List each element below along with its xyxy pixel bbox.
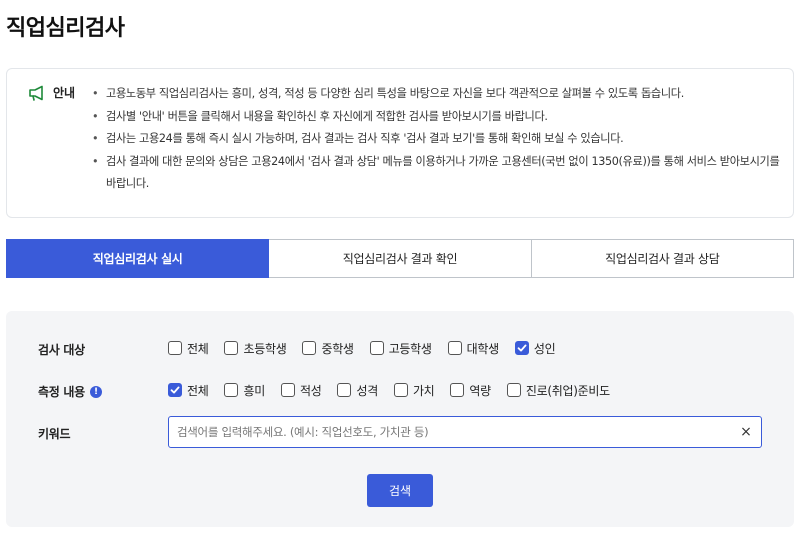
notice-item: 검사는 고용24를 통해 즉시 실시 가능하며, 검사 결과는 검사 직후 '검… <box>92 128 782 151</box>
checkbox[interactable] <box>337 383 352 397</box>
option-label: 초등학생 <box>243 341 287 356</box>
measure-label-text: 측정 내용 <box>38 385 85 399</box>
option-label: 전체 <box>187 383 209 398</box>
option-label: 중학생 <box>321 341 354 356</box>
checkbox[interactable] <box>393 383 408 397</box>
measure-option-value[interactable]: 가치 <box>393 382 435 399</box>
checkbox-checked[interactable] <box>514 341 529 355</box>
notice-item: 검사별 '안내' 버튼을 클릭해서 내용을 확인하신 후 자신에게 적합한 검사… <box>92 106 782 129</box>
notice-label: 안내 <box>53 86 76 100</box>
option-label: 고등학생 <box>388 341 432 356</box>
measure-option-career-readiness[interactable]: 진로(취업)준비도 <box>506 382 610 399</box>
option-label: 대학생 <box>466 341 500 356</box>
option-label: 진로(취업)준비도 <box>525 383 610 398</box>
target-label-text: 검사 대상 <box>38 343 85 357</box>
option-label: 전체 <box>187 341 209 356</box>
notice-header: 안내 <box>27 84 75 101</box>
checkbox[interactable] <box>506 383 521 397</box>
option-label: 역량 <box>469 383 491 398</box>
check-icon <box>170 386 180 394</box>
measure-label: 측정 내용! <box>38 383 102 400</box>
keyword-label: 키워드 <box>38 425 71 442</box>
option-label: 흥미 <box>243 383 265 398</box>
keyword-label-text: 키워드 <box>38 427 71 441</box>
target-row: 검사 대상 전체 초등학생 중학생 고등학생 대학생 성인 <box>6 339 794 357</box>
target-option-high[interactable]: 고등학생 <box>369 340 432 357</box>
test-tabs: 직업심리검사 실시 직업심리검사 결과 확인 직업심리검사 결과 상담 <box>6 239 794 278</box>
option-label: 성인 <box>533 341 556 356</box>
target-option-university[interactable]: 대학생 <box>447 340 500 357</box>
checkbox[interactable] <box>447 341 462 355</box>
checkbox[interactable] <box>224 383 239 397</box>
checkbox[interactable] <box>369 341 384 355</box>
measure-option-personality[interactable]: 성격 <box>337 382 378 399</box>
clear-icon[interactable]: × <box>734 420 758 444</box>
notice-item: 고용노동부 직업심리검사는 흥미, 성격, 적성 등 다양한 심리 특성을 바탕… <box>92 83 782 106</box>
checkbox[interactable] <box>168 341 182 355</box>
option-label: 성격 <box>356 383 378 398</box>
target-option-adult[interactable]: 성인 <box>514 340 556 357</box>
measure-option-competency[interactable]: 역량 <box>450 382 491 399</box>
keyword-input[interactable] <box>169 417 734 447</box>
check-icon <box>517 344 527 352</box>
target-options: 전체 초등학생 중학생 고등학생 대학생 성인 <box>168 340 571 357</box>
tab-result-check[interactable]: 직업심리검사 결과 확인 <box>269 239 532 278</box>
measure-options: 전체 흥미 적성 성격 가치 역량 진로(취업)준비도 <box>168 382 626 399</box>
page-title: 직업심리검사 <box>6 16 125 41</box>
search-button[interactable]: 검색 <box>367 474 433 507</box>
notice-item: 검사 결과에 대한 문의와 상담은 고용24에서 '검사 결과 상담' 메뉴를 … <box>92 151 782 196</box>
tab-test-conduct[interactable]: 직업심리검사 실시 <box>6 239 270 278</box>
info-icon[interactable]: ! <box>89 385 102 398</box>
checkbox-checked[interactable] <box>168 383 182 397</box>
notice-list: 고용노동부 직업심리검사는 흥미, 성격, 적성 등 다양한 심리 특성을 바탕… <box>92 83 782 196</box>
target-option-middle[interactable]: 중학생 <box>302 340 354 357</box>
measure-option-aptitude[interactable]: 적성 <box>280 382 322 399</box>
notice-box: 안내 고용노동부 직업심리검사는 흥미, 성격, 적성 등 다양한 심리 특성을… <box>6 68 794 218</box>
keyword-field: × <box>168 416 762 448</box>
tab-result-counsel[interactable]: 직업심리검사 결과 상담 <box>531 239 794 278</box>
target-label: 검사 대상 <box>38 341 85 358</box>
checkbox[interactable] <box>450 383 465 397</box>
megaphone-icon <box>29 85 43 101</box>
target-option-elementary[interactable]: 초등학생 <box>224 340 287 357</box>
target-option-all[interactable]: 전체 <box>168 340 209 357</box>
measure-option-all[interactable]: 전체 <box>168 382 209 399</box>
measure-row: 측정 내용! 전체 흥미 적성 성격 가치 역량 진로(취업)준비도 <box>6 381 794 399</box>
filter-panel: 검사 대상 전체 초등학생 중학생 고등학생 대학생 성인 측정 내용! 전체 … <box>6 311 794 527</box>
option-label: 적성 <box>299 383 322 398</box>
measure-option-interest[interactable]: 흥미 <box>224 382 265 399</box>
checkbox[interactable] <box>302 341 317 355</box>
checkbox[interactable] <box>224 341 239 355</box>
checkbox[interactable] <box>280 383 295 397</box>
option-label: 가치 <box>412 383 435 398</box>
